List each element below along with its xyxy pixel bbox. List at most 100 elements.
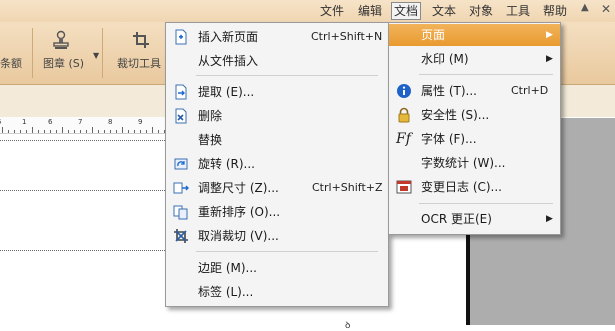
ruler-tick (50, 130, 51, 133)
ruler-tick (20, 130, 21, 133)
menu-item-label: 取消裁切 (V)... (198, 229, 279, 243)
submenu-item-word-count[interactable]: 字数统计 (W)... (389, 152, 560, 174)
submenu-item-change-log[interactable]: 变更日志 (C)... (389, 176, 560, 198)
menu-edit[interactable]: 编辑 (358, 3, 382, 19)
ruler-tick (62, 127, 63, 133)
dotted-guide (0, 190, 165, 191)
ruler-tick (14, 130, 15, 133)
lock-icon (398, 107, 410, 123)
changelog-icon (396, 180, 412, 194)
resize-icon (173, 182, 189, 194)
ruler-tick (128, 130, 129, 133)
rotate-icon (174, 158, 188, 170)
menu-item-label: 替换 (198, 133, 223, 147)
ruler-tick (122, 127, 123, 133)
ribbon-collapse-icon[interactable]: ▲ (581, 2, 589, 13)
ruler-tick (56, 130, 57, 133)
ruler-tick (80, 130, 81, 133)
crop-tool-label[interactable]: 裁切工具 (117, 55, 161, 71)
crop-icon[interactable] (132, 30, 150, 50)
reorder-icon (173, 205, 188, 220)
submenu-arrow-icon: ▶ (546, 214, 553, 224)
menu-item-label: 旋转 (R)... (198, 157, 255, 171)
ruler-tick (110, 130, 111, 133)
menu-item-shortcut: Ctrl+D (511, 84, 549, 97)
ruler-tick (44, 130, 45, 133)
ruler-tick (92, 127, 93, 133)
ruler-tick (116, 130, 117, 133)
menu-item-label: 删除 (198, 109, 223, 123)
ribbon-partial-label[interactable]: 条额 (0, 55, 22, 71)
menu-file[interactable]: 文件 (320, 3, 344, 19)
ruler-tick (134, 130, 135, 133)
seal-dropdown-icon[interactable]: ▼ (93, 51, 99, 60)
ruler-tick (98, 130, 99, 133)
extract-icon (175, 84, 187, 100)
menu-item-delete[interactable]: 删除 (166, 105, 388, 127)
menu-item-margins[interactable]: 边距 (M)... (166, 257, 388, 279)
menu-item-label: 边距 (M)... (198, 261, 257, 275)
menu-bar: 文件 编辑 文档 文本 对象 工具 帮助 ▲ ✕ (0, 0, 615, 22)
close-icon[interactable]: ✕ (601, 2, 611, 16)
ruler-tick (32, 127, 33, 133)
info-icon (397, 84, 411, 98)
menu-item-label: 提取 (E)... (198, 85, 255, 99)
menu-separator (419, 74, 553, 75)
ribbon-separator (32, 28, 33, 78)
ruler-number: 9 (138, 118, 143, 126)
ruler-number: 6 (48, 118, 53, 126)
menu-tools[interactable]: 工具 (506, 3, 530, 19)
menu-item-uncrop[interactable]: 取消裁切 (V)... (166, 225, 388, 247)
menu-text[interactable]: 文本 (432, 3, 456, 19)
menu-item-rotate[interactable]: 旋转 (R)... (166, 153, 388, 175)
menu-item-replace[interactable]: 替换 (166, 129, 388, 151)
menu-object[interactable]: 对象 (469, 3, 493, 19)
menu-item-reorder[interactable]: 重新排序 (O)... (166, 201, 388, 223)
menu-item-insert-from-file[interactable]: 从文件插入 (166, 50, 388, 72)
menu-item-label: 变更日志 (C)... (421, 180, 503, 194)
submenu-arrow-icon: ▶ (546, 30, 553, 40)
delete-page-icon (175, 108, 187, 124)
menu-item-label: 水印 (M) (421, 52, 469, 66)
submenu-item-fonts[interactable]: Ff 字体 (F)... (389, 128, 560, 150)
font-icon: Ff (396, 131, 411, 147)
menu-separator (419, 203, 553, 204)
ruler-tick (140, 130, 141, 133)
menu-document[interactable]: 文档 (391, 2, 422, 20)
ruler-tick (74, 130, 75, 133)
ruler-number: 8 (108, 118, 113, 126)
menu-item-shortcut: Ctrl+Shift+N (311, 30, 383, 43)
seal-button-label[interactable]: 图章 (S) (43, 55, 84, 71)
document-menu: 插入新页面 Ctrl+Shift+N 从文件插入 提取 (E)... 删除 替换… (165, 22, 389, 307)
seal-icon[interactable] (52, 30, 70, 50)
menu-item-label: OCR 更正(E) (421, 212, 492, 226)
submenu-item-security[interactable]: 安全性 (S)... (389, 104, 560, 126)
submenu-item-watermark[interactable]: 水印 (M) ▶ (389, 48, 560, 70)
menu-item-label: 调整尺寸 (Z)... (198, 181, 279, 195)
menu-item-label: 页面 (421, 28, 446, 42)
insert-page-icon (175, 29, 187, 45)
ruler-tick (2, 127, 3, 133)
document-submenu: 页面 ▶ 水印 (M) ▶ 属性 (T)... Ctrl+D 安全性 (S)..… (388, 22, 561, 235)
menu-item-label: 字数统计 (W)... (421, 156, 506, 170)
submenu-arrow-icon: ▶ (546, 54, 553, 64)
ruler-tick (38, 130, 39, 133)
submenu-item-properties[interactable]: 属性 (T)... Ctrl+D (389, 80, 560, 102)
uncrop-icon (174, 229, 188, 243)
menu-item-insert-page[interactable]: 插入新页面 Ctrl+Shift+N (166, 26, 388, 48)
submenu-item-ocr-correction[interactable]: OCR 更正(E) ▶ (389, 208, 560, 230)
ruler-tick (68, 130, 69, 133)
ruler-tick (8, 130, 9, 133)
ruler-number: 1 (22, 118, 27, 126)
menu-item-labels[interactable]: 标签 (L)... (166, 281, 388, 303)
ruler-tick (146, 130, 147, 133)
menu-item-label: 安全性 (S)... (421, 108, 490, 122)
menu-separator (196, 251, 378, 252)
menu-item-label: 从文件插入 (198, 54, 259, 68)
menu-item-extract[interactable]: 提取 (E)... (166, 81, 388, 103)
menu-item-resize[interactable]: 调整尺寸 (Z)... Ctrl+Shift+Z (166, 177, 388, 199)
ruler-tick (26, 130, 27, 133)
ruler-tick (158, 130, 159, 133)
menu-help[interactable]: 帮助 (543, 3, 567, 19)
submenu-item-page[interactable]: 页面 ▶ (389, 24, 560, 46)
